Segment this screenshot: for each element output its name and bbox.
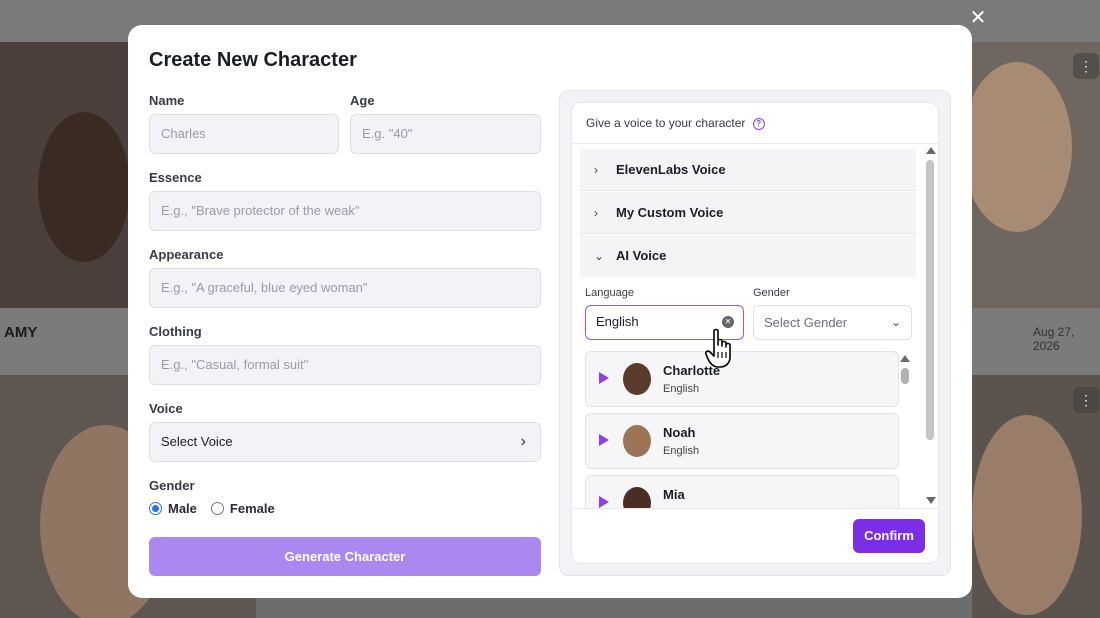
character-photo: [972, 415, 1082, 615]
accordion-label: My Custom Voice: [616, 205, 724, 220]
gender-radio-female[interactable]: [210, 502, 224, 515]
character-photo: [972, 62, 1072, 232]
voice-language: English: [663, 445, 700, 457]
play-icon[interactable]: [599, 372, 609, 384]
voice-panel-header: Give a voice to your character ?: [572, 103, 938, 144]
voice-name: Mia: [663, 487, 685, 502]
name-input[interactable]: Charles: [149, 114, 339, 154]
play-icon[interactable]: [599, 496, 609, 508]
language-value: English: [596, 314, 639, 329]
inner-scrollbar-thumb[interactable]: [901, 368, 909, 384]
scrollbar-thumb[interactable]: [926, 160, 934, 440]
card-menu-icon[interactable]: ⋮: [1073, 387, 1099, 413]
modal-title: Create New Character: [149, 49, 357, 71]
voice-panel-title: Give a voice to your character: [586, 116, 746, 130]
essence-label: Essence: [149, 170, 202, 185]
voice-item-charlotte[interactable]: Charlotte English: [585, 351, 899, 407]
card-date: Aug 27, 2026: [1033, 325, 1075, 353]
gender-option-female[interactable]: Female: [230, 501, 275, 516]
clear-icon[interactable]: ✕: [722, 316, 734, 328]
select-voice-value: Select Voice: [161, 434, 233, 449]
card-name: AMY: [4, 324, 38, 341]
name-label: Name: [149, 93, 185, 108]
select-voice-button[interactable]: Select Voice ›: [149, 422, 541, 462]
voice-gender-value: Select Gender: [764, 315, 848, 330]
scroll-down-icon[interactable]: [926, 497, 936, 504]
chevron-right-icon: ›: [594, 163, 598, 177]
voice-panel-footer: Confirm: [572, 508, 938, 563]
accordion-elevenlabs-voice[interactable]: › ElevenLabs Voice: [580, 149, 916, 191]
accordion-ai-voice[interactable]: ⌄ AI Voice: [580, 235, 916, 277]
chevron-down-icon: ⌄: [890, 315, 901, 329]
play-icon[interactable]: [599, 434, 609, 446]
character-photo: [38, 112, 130, 262]
avatar: [623, 425, 651, 457]
clothing-input[interactable]: E.g., "Casual, formal suit": [149, 345, 541, 385]
confirm-button[interactable]: Confirm: [853, 519, 925, 553]
age-label: Age: [350, 93, 375, 108]
gender-option-male[interactable]: Male: [168, 501, 197, 516]
accordion-my-custom-voice[interactable]: › My Custom Voice: [580, 192, 916, 234]
hand-cursor-icon: [705, 328, 731, 368]
language-label: Language: [585, 287, 634, 299]
chevron-right-icon: ›: [594, 206, 598, 220]
clothing-label: Clothing: [149, 324, 202, 339]
gender-radio-male[interactable]: [149, 502, 162, 515]
scroll-up-icon[interactable]: [926, 147, 936, 154]
voice-panel-inner: Give a voice to your character ? › Eleve…: [571, 102, 939, 564]
generate-character-button[interactable]: Generate Character: [149, 537, 541, 576]
voice-panel: Give a voice to your character ? › Eleve…: [559, 90, 951, 576]
voice-language: English: [663, 383, 700, 395]
appearance-label: Appearance: [149, 247, 224, 262]
voice-item-noah[interactable]: Noah English: [585, 413, 899, 469]
character-card-amy: [0, 42, 130, 308]
chevron-down-icon: ⌄: [594, 249, 605, 263]
avatar: [623, 363, 651, 395]
gender-label: Gender: [149, 478, 195, 493]
voice-name: Noah: [663, 425, 696, 440]
close-icon[interactable]: ✕: [968, 8, 988, 28]
help-icon[interactable]: ?: [752, 117, 765, 130]
character-card-photo: [972, 42, 1100, 308]
card-menu-icon[interactable]: ⋮: [1073, 53, 1099, 79]
gender-radio-group: Male Female: [149, 501, 289, 516]
chevron-right-icon: ›: [520, 433, 526, 450]
voice-gender-label: Gender: [753, 287, 790, 299]
inner-scroll-up-icon[interactable]: [900, 355, 910, 362]
age-input[interactable]: E.g. "40": [350, 114, 541, 154]
accordion-label: AI Voice: [616, 248, 667, 263]
appearance-input[interactable]: E.g., "A graceful, blue eyed woman": [149, 268, 541, 308]
voice-label: Voice: [149, 401, 183, 416]
create-character-modal: Create New Character Name Charles Age E.…: [128, 25, 972, 598]
voice-gender-select[interactable]: Select Gender ⌄: [753, 305, 912, 340]
essence-input[interactable]: E.g., "Brave protector of the weak": [149, 191, 541, 231]
accordion-label: ElevenLabs Voice: [616, 162, 726, 177]
